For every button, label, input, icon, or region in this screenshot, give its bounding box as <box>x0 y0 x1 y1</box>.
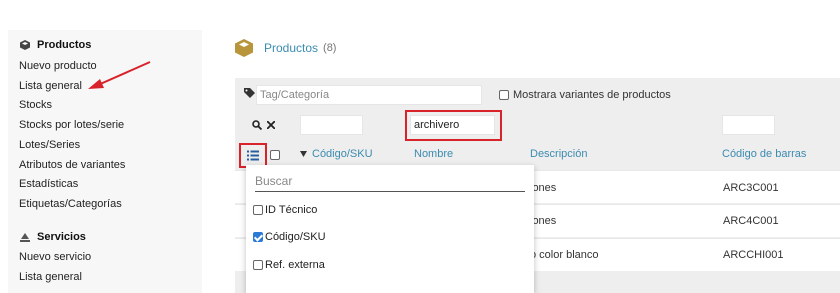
row-description: o color blanco <box>530 249 599 261</box>
row-barcode: ARCCHI001 <box>723 249 784 261</box>
column-search-input[interactable]: Buscar <box>255 173 525 192</box>
page-title-text: Productos <box>264 41 319 55</box>
product-count: (8) <box>323 42 337 54</box>
select-all-checkbox[interactable] <box>270 150 280 160</box>
column-selector-dropdown: Buscar ID Técnico Código/SKU Ref. extern… <box>246 165 534 293</box>
row-barcode: ARC4C001 <box>723 215 779 227</box>
clear-filter-icon[interactable] <box>267 121 275 129</box>
tag-icon <box>244 88 255 98</box>
column-option-technical-id[interactable]: ID Técnico <box>253 204 317 216</box>
option-label: Ref. externa <box>265 259 325 271</box>
column-option-external-ref[interactable]: Ref. externa <box>253 259 325 271</box>
page-title: Productos (8) <box>234 38 336 58</box>
option-checkbox[interactable] <box>253 260 263 270</box>
cube-icon <box>235 39 253 57</box>
column-header-code[interactable]: Código/SKU <box>312 148 373 160</box>
search-icon[interactable] <box>252 120 262 130</box>
option-checkbox[interactable] <box>253 205 263 215</box>
option-checkbox-checked[interactable] <box>253 232 263 242</box>
tag-category-placeholder: Tag/Categoría <box>260 89 330 101</box>
column-list-icon[interactable] <box>247 150 259 161</box>
sort-desc-icon <box>300 151 307 157</box>
code-filter-input[interactable] <box>300 115 363 135</box>
column-header-description[interactable]: Descripción <box>530 148 587 160</box>
option-label: ID Técnico <box>265 204 318 216</box>
row-barcode: ARC3C001 <box>723 182 779 194</box>
option-label: Código/SKU <box>265 231 326 243</box>
column-search-placeholder: Buscar <box>255 174 293 188</box>
name-filter-highlight <box>405 110 502 141</box>
show-variants-checkbox[interactable] <box>499 90 509 100</box>
column-header-name[interactable]: Nombre <box>414 148 453 160</box>
barcode-filter-input[interactable] <box>722 115 775 135</box>
show-variants-label: Mostrara variantes de productos <box>513 89 671 101</box>
tag-category-input[interactable]: Tag/Categoría <box>256 85 482 105</box>
column-option-code-sku[interactable]: Código/SKU <box>253 231 326 243</box>
column-header-barcode[interactable]: Código de barras <box>722 148 806 160</box>
